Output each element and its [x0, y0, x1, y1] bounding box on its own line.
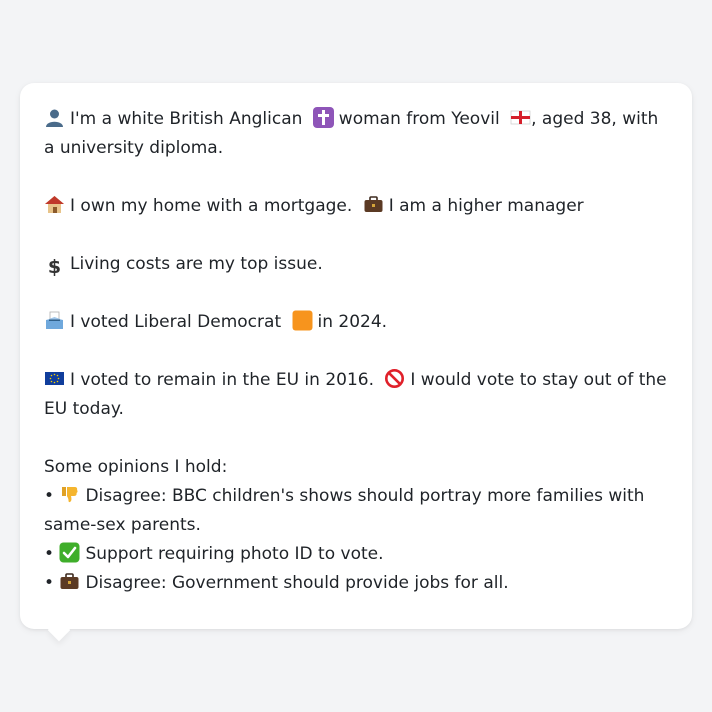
house-icon	[44, 194, 65, 215]
vote-text-2: in 2024.	[317, 312, 388, 332]
latin-cross-icon	[312, 107, 334, 128]
opinion-item: • Disagree: Government should provide jo…	[44, 569, 668, 598]
home-line: I own my home with a mortgage. I am a hi…	[44, 192, 668, 221]
bullet: •	[44, 544, 55, 564]
eu-line: I voted to remain in the EU in 2016. I w…	[44, 366, 668, 424]
identity-text-2: woman from Yeovil	[338, 109, 500, 129]
briefcase-icon	[363, 194, 384, 215]
home-text-2: I am a higher manager	[388, 196, 584, 216]
bullet: •	[44, 486, 55, 506]
thumbs-down-icon	[59, 484, 80, 505]
vote-text-1: I voted Liberal Democrat	[70, 312, 282, 332]
home-text-1: I own my home with a mortgage.	[70, 196, 353, 216]
opinion-item: • Support requiring photo ID to vote.	[44, 540, 668, 569]
opinion-item: • Disagree: BBC children's shows should …	[44, 482, 668, 540]
issue-text: Living costs are my top issue.	[70, 254, 323, 274]
opinion-text: Support requiring photo ID to vote.	[85, 544, 384, 564]
briefcase-icon	[59, 571, 80, 592]
england-flag-icon	[510, 107, 531, 128]
opinions-heading: Some opinions I hold:	[44, 457, 228, 477]
ballot-box-icon	[44, 310, 65, 331]
check-mark-button-icon	[59, 542, 80, 563]
person-silhouette-icon	[44, 107, 65, 128]
opinion-text: Disagree: BBC children's shows should po…	[44, 486, 645, 535]
eu-text-1: I voted to remain in the EU in 2016.	[70, 370, 374, 390]
vote-line: I voted Liberal Democrat in 2024.	[44, 308, 668, 337]
identity-text-1: I'm a white British Anglican	[70, 109, 303, 129]
bullet: •	[44, 573, 55, 593]
opinion-text: Disagree: Government should provide jobs…	[85, 573, 509, 593]
dollar-sign-icon: $	[47, 256, 62, 278]
prohibited-icon	[384, 368, 405, 389]
bubble-tail-cover	[40, 612, 80, 629]
identity-line: I'm a white British Anglican woman from …	[44, 105, 668, 163]
orange-square-icon	[292, 310, 313, 331]
issue-line: $ Living costs are my top issue.	[44, 250, 668, 279]
message-bubble: I'm a white British Anglican woman from …	[20, 83, 692, 629]
eu-flag-icon	[44, 368, 65, 389]
